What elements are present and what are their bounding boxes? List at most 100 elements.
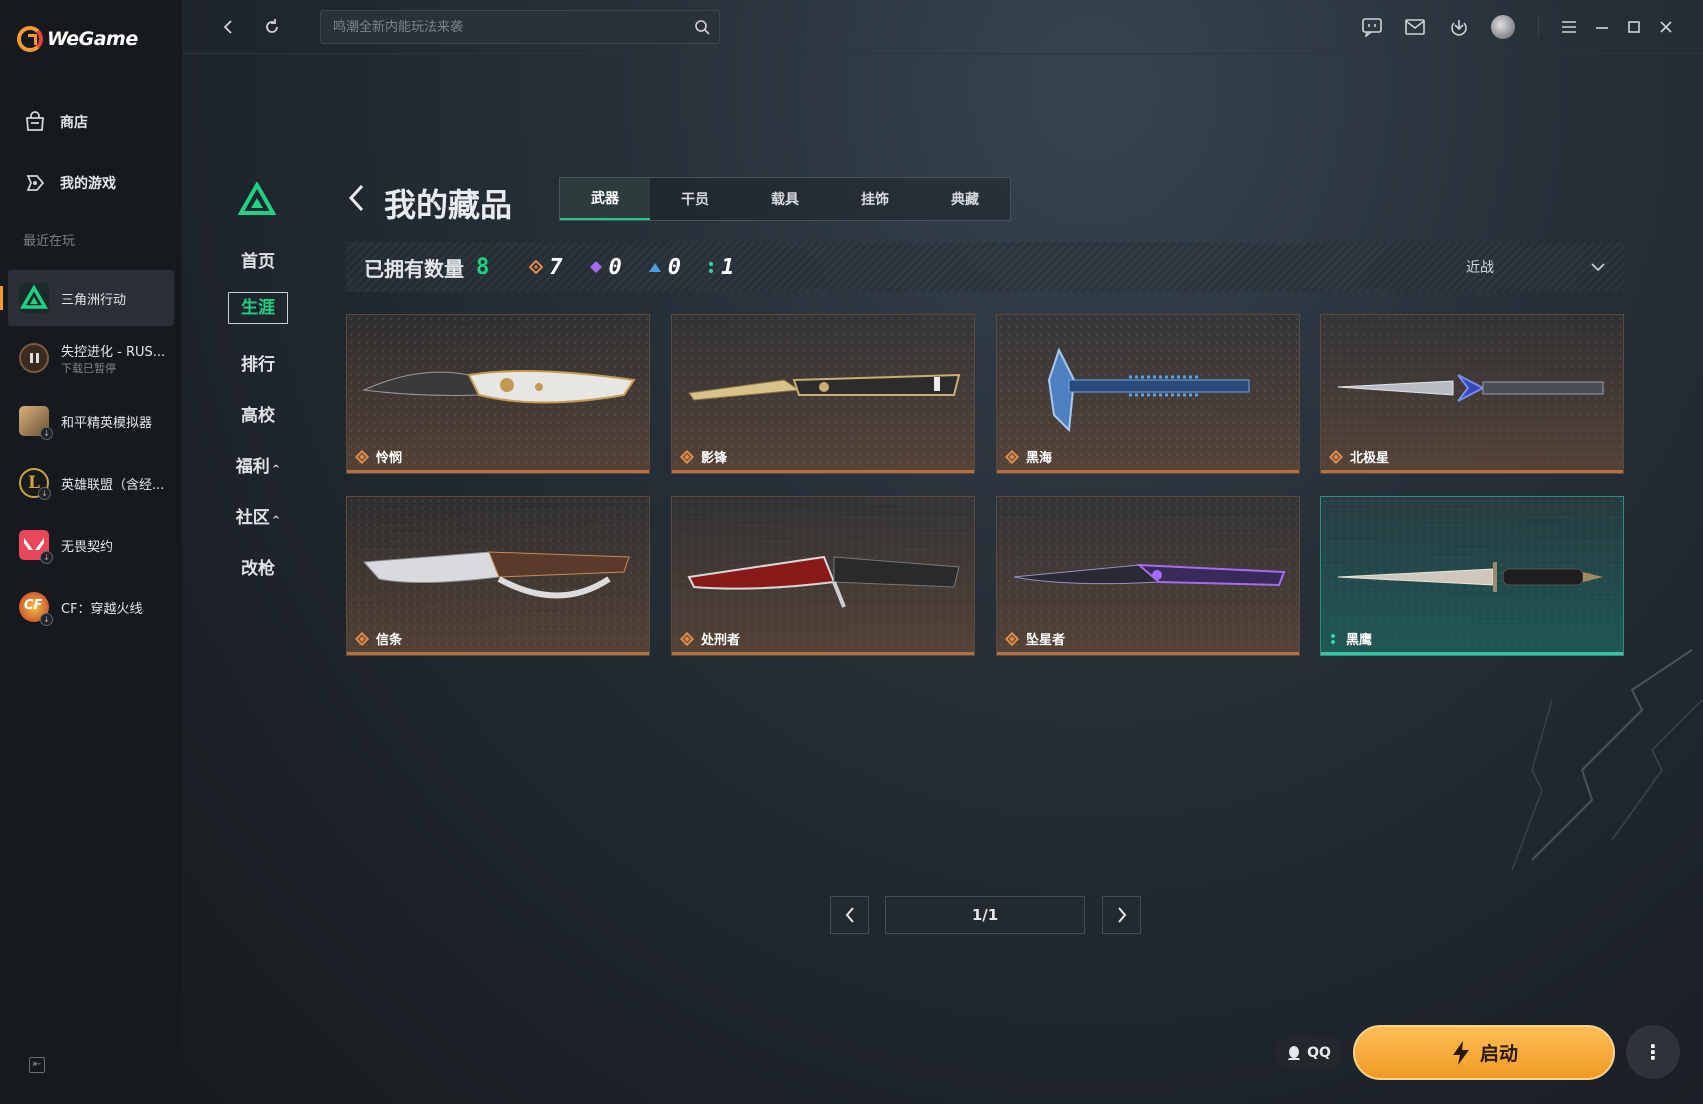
game-name: 和平精英模拟器	[61, 415, 153, 431]
game-nav-label: 福利	[235, 457, 270, 477]
prev-page-button[interactable]	[830, 896, 869, 934]
download-badge-icon: ↓	[40, 427, 53, 440]
page-indicator-text: 1/1	[971, 906, 999, 924]
chevron-left-icon	[845, 907, 854, 923]
tab-vehicles[interactable]: 载具	[740, 178, 830, 220]
weapon-card[interactable]: 信条	[346, 496, 650, 656]
weapon-name-row: 信条	[354, 629, 402, 648]
game-nav-gunsmith[interactable]: 改枪	[228, 554, 288, 579]
back-button[interactable]	[217, 15, 241, 39]
delta-force-logo[interactable]	[237, 180, 277, 220]
launch-button[interactable]: 启动	[1353, 1025, 1615, 1080]
weapon-name: 怜悯	[376, 451, 403, 466]
weapon-card[interactable]: 北极星	[1320, 314, 1624, 474]
divider	[1538, 17, 1539, 37]
weapon-name: 北极星	[1350, 451, 1390, 466]
search-icon[interactable]	[694, 19, 710, 35]
game-nav-label: 高校	[241, 406, 275, 426]
download-button[interactable]	[1447, 15, 1471, 39]
sidebar-item-store[interactable]: 商店	[0, 97, 182, 147]
download-badge-icon: ↓	[40, 613, 53, 626]
tab-weapons[interactable]: 武器	[560, 178, 650, 220]
orange-diamond-icon	[529, 260, 544, 274]
tab-label: 挂饰	[861, 192, 889, 208]
game-name: 失控进化 - RUS...	[61, 344, 166, 360]
recent-label: 最近在玩	[23, 234, 76, 249]
download-status: 下载已暂停	[61, 361, 116, 375]
tab-operators[interactable]: 干员	[650, 178, 740, 220]
recent-game-4[interactable]: L ↓ 英雄联盟（含经...	[8, 455, 174, 511]
game-name: 无畏契约	[61, 539, 114, 555]
weapon-card[interactable]: 坠星者	[996, 496, 1300, 656]
user-avatar[interactable]	[1491, 15, 1515, 39]
orange-rarity-icon	[1004, 631, 1020, 646]
weapon-card[interactable]: 影锋	[671, 314, 975, 474]
weapon-name-row: 坠星者	[1004, 629, 1066, 648]
maximize-button[interactable]	[1622, 15, 1646, 39]
game-nav-ranking[interactable]: 排行	[228, 350, 288, 375]
menu-button[interactable]	[1557, 15, 1581, 39]
weapon-name: 黑鹰	[1346, 633, 1373, 648]
more-options-button[interactable]: ⋮	[1626, 1025, 1680, 1079]
orange-rarity-icon	[1328, 449, 1344, 464]
minimize-button[interactable]	[1590, 15, 1614, 39]
cf-icon: CF ↓	[19, 592, 53, 626]
game-nav-community[interactable]: 社区 ^	[228, 503, 288, 528]
tab-label: 干员	[681, 192, 709, 208]
lightning-icon	[1452, 1040, 1469, 1065]
game-nav-career[interactable]: 生涯	[228, 292, 288, 324]
sort-dropdown[interactable]: 近战	[1466, 242, 1606, 292]
weapon-card[interactable]: 处刑者	[671, 496, 975, 656]
tab-charms[interactable]: 挂饰	[830, 178, 920, 220]
minimize-icon	[1596, 27, 1608, 29]
orange-rarity-icon	[679, 631, 695, 646]
owned-stats-bar: 已拥有数量 8 7 0 0 1 近战	[346, 242, 1624, 292]
download-badge-icon: ↓	[38, 487, 51, 500]
weapon-card[interactable]: 怜悯	[346, 314, 650, 474]
close-button[interactable]	[1654, 15, 1678, 39]
game-nav-home[interactable]: 首页	[228, 247, 288, 272]
recent-game-delta-force[interactable]: 三角洲行动	[0, 270, 174, 326]
game-nav-college[interactable]: 高校	[228, 401, 288, 426]
orange-rarity-icon	[679, 449, 695, 464]
recent-game-2[interactable]: 失控进化 - RUS... 下载已暂停	[8, 330, 174, 386]
knife-image	[362, 551, 630, 599]
collection-back-button[interactable]	[347, 182, 367, 218]
page-title: 我的藏品	[384, 186, 513, 224]
collapse-sidebar-icon[interactable]: ⇤	[29, 1057, 45, 1073]
weapon-name: 坠星者	[1026, 633, 1066, 648]
refresh-button[interactable]	[260, 15, 284, 39]
tab-label: 典藏	[951, 192, 979, 208]
refresh-icon	[266, 19, 278, 33]
tab-label: 载具	[771, 192, 799, 208]
sidebar-item-label: 我的游戏	[60, 176, 116, 192]
recent-game-6[interactable]: CF ↓ CF：穿越火线	[8, 579, 174, 635]
dagger-image	[1337, 562, 1603, 592]
next-page-button[interactable]	[1102, 896, 1141, 934]
maximize-icon	[1628, 21, 1640, 33]
knife-image	[362, 370, 636, 404]
game-name: CF：穿越火线	[61, 601, 143, 617]
lightning-background	[1511, 649, 1703, 871]
recent-game-3[interactable]: ↓ 和平精英模拟器	[8, 393, 174, 449]
search-bar[interactable]	[320, 10, 720, 44]
download-badge-icon: ↓	[40, 551, 53, 564]
sidebar-item-my-games[interactable]: 我的游戏	[0, 158, 182, 208]
weapon-name-row: 影锋	[679, 447, 727, 466]
mail-button[interactable]	[1403, 15, 1427, 39]
tab-collection[interactable]: 典藏	[920, 178, 1010, 220]
valorant-icon: ↓	[19, 530, 53, 564]
app-name: WeGame	[47, 28, 138, 50]
chat-button[interactable]	[1360, 15, 1384, 39]
weapon-card[interactable]: 黑海	[996, 314, 1300, 474]
game-nav-label: 首页	[241, 252, 275, 272]
wegame-logo[interactable]: WeGame	[17, 24, 138, 54]
game-avatar-icon: ↓	[19, 406, 53, 440]
qq-login-button[interactable]: QQ	[1275, 1037, 1343, 1069]
game-nav-welfare[interactable]: 福利 ^	[228, 452, 288, 477]
more-icon: ⋮	[1643, 1040, 1663, 1064]
gamepad-icon	[26, 175, 45, 191]
search-input[interactable]	[321, 11, 681, 43]
recent-game-5[interactable]: ↓ 无畏契约	[8, 517, 174, 573]
weapon-card[interactable]: 黑鹰	[1320, 496, 1624, 656]
